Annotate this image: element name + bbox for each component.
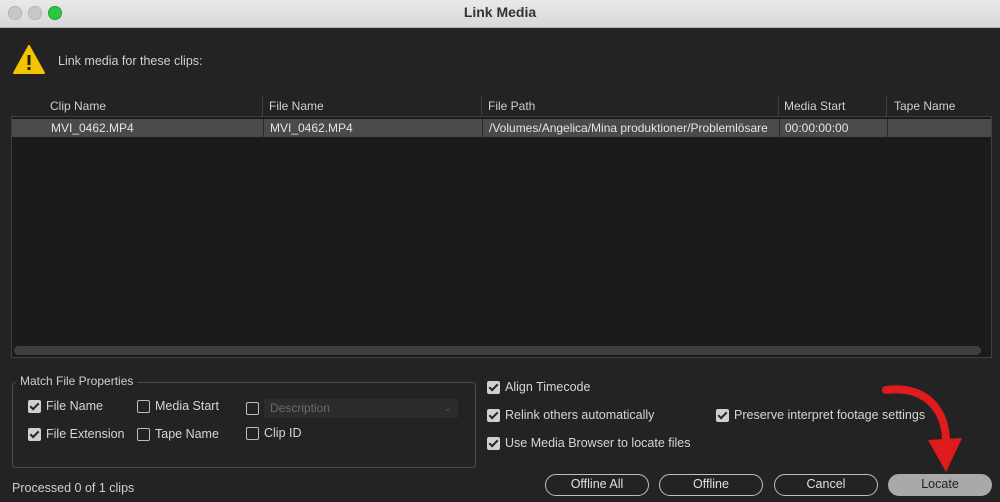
cell-file-path: /Volumes/Angelica/Mina produktioner/Prob… bbox=[489, 121, 768, 135]
table-header: Clip Name File Name File Path Media Star… bbox=[10, 96, 990, 116]
table-row[interactable]: MVI_0462.MP4 MVI_0462.MP4 /Volumes/Angel… bbox=[12, 119, 991, 137]
cell-divider bbox=[887, 119, 888, 137]
horizontal-scrollbar[interactable] bbox=[14, 346, 981, 355]
align-timecode-label[interactable]: Align Timecode bbox=[505, 380, 590, 394]
column-header-file-name[interactable]: File Name bbox=[269, 99, 324, 113]
chevron-down-icon: ⌄ bbox=[443, 403, 452, 414]
column-divider[interactable] bbox=[778, 96, 779, 116]
file-extension-label[interactable]: File Extension bbox=[46, 427, 125, 441]
warning-icon bbox=[13, 45, 45, 74]
preserve-interpret-label[interactable]: Preserve interpret footage settings bbox=[734, 408, 925, 422]
media-start-checkbox[interactable] bbox=[137, 400, 150, 413]
match-file-properties-group bbox=[12, 382, 476, 468]
file-name-label[interactable]: File Name bbox=[46, 399, 103, 413]
tape-name-label[interactable]: Tape Name bbox=[155, 427, 219, 441]
cell-clip-name: MVI_0462.MP4 bbox=[51, 121, 134, 135]
cell-file-name: MVI_0462.MP4 bbox=[270, 121, 353, 135]
match-file-properties-title: Match File Properties bbox=[16, 374, 138, 388]
cell-divider bbox=[482, 119, 483, 137]
clip-id-checkbox[interactable] bbox=[246, 427, 259, 440]
offline-all-button[interactable]: Offline All bbox=[545, 474, 649, 496]
tape-name-checkbox[interactable] bbox=[137, 428, 150, 441]
column-divider[interactable] bbox=[481, 96, 482, 116]
window-title: Link Media bbox=[463, 4, 537, 20]
file-name-checkbox[interactable] bbox=[28, 400, 41, 413]
column-divider[interactable] bbox=[886, 96, 887, 116]
cell-tape-name bbox=[895, 119, 985, 137]
column-header-clip-name[interactable]: Clip Name bbox=[50, 99, 106, 113]
description-dropdown[interactable]: Description ⌄ bbox=[264, 399, 458, 418]
title-bar: Link Media bbox=[0, 0, 1000, 28]
cancel-button[interactable]: Cancel bbox=[774, 474, 878, 496]
clip-id-label[interactable]: Clip ID bbox=[264, 426, 302, 440]
column-header-media-start[interactable]: Media Start bbox=[784, 99, 845, 113]
file-extension-checkbox[interactable] bbox=[28, 428, 41, 441]
use-media-browser-checkbox[interactable] bbox=[487, 437, 500, 450]
column-header-tape-name[interactable]: Tape Name bbox=[894, 99, 955, 113]
status-text: Processed 0 of 1 clips bbox=[12, 481, 135, 495]
column-header-file-path[interactable]: File Path bbox=[488, 99, 535, 113]
media-start-label[interactable]: Media Start bbox=[155, 399, 219, 413]
offline-button[interactable]: Offline bbox=[659, 474, 763, 496]
locate-button[interactable]: Locate bbox=[888, 474, 992, 496]
cell-divider bbox=[263, 119, 264, 137]
cell-media-start: 00:00:00:00 bbox=[785, 121, 849, 135]
clips-table[interactable]: MVI_0462.MP4 MVI_0462.MP4 /Volumes/Angel… bbox=[11, 116, 992, 358]
use-media-browser-label[interactable]: Use Media Browser to locate files bbox=[505, 436, 691, 450]
column-divider[interactable] bbox=[262, 96, 263, 116]
annotation-arrow-icon bbox=[882, 385, 962, 472]
relink-others-checkbox[interactable] bbox=[487, 409, 500, 422]
instruction-text: Link media for these clips: bbox=[58, 54, 203, 68]
align-timecode-checkbox[interactable] bbox=[487, 381, 500, 394]
description-checkbox[interactable] bbox=[246, 402, 259, 415]
relink-others-label[interactable]: Relink others automatically bbox=[505, 408, 654, 422]
description-dropdown-label: Description bbox=[270, 401, 331, 415]
cell-divider bbox=[779, 119, 780, 137]
preserve-interpret-checkbox[interactable] bbox=[716, 409, 729, 422]
